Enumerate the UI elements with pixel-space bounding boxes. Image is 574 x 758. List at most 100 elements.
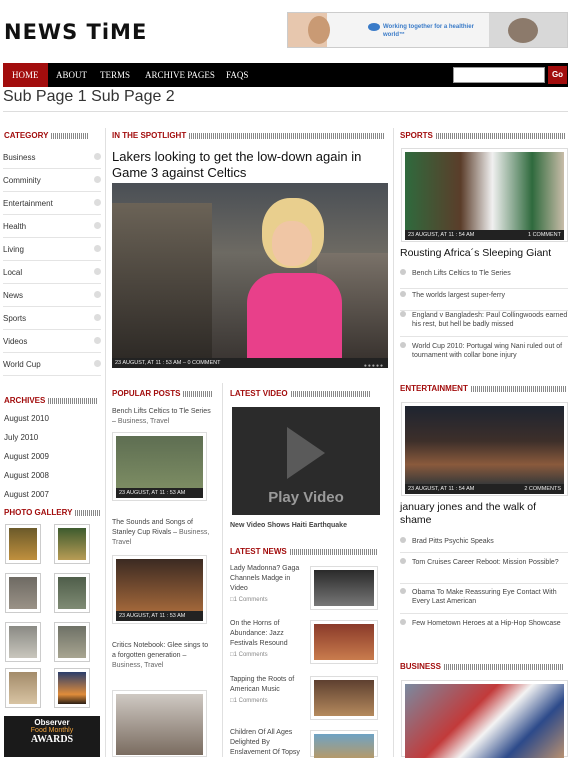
sports-link[interactable]: The worlds largest super-ferry <box>400 291 568 311</box>
entertainment-image[interactable]: 23 AUGUST, AT 11 : 54 AM 2 COMMENTS <box>401 402 568 496</box>
video-player[interactable]: Play Video <box>232 407 380 515</box>
observer-awards-ad[interactable]: Observer Food Monthly AWARDS <box>4 716 100 757</box>
latest-news-image[interactable] <box>310 620 378 664</box>
sports-link[interactable]: World Cup 2010: Portugal wing Nani ruled… <box>400 342 568 366</box>
play-icon[interactable] <box>287 427 325 479</box>
entertainment-link[interactable]: Brad Pitts Psychic Speaks <box>400 537 568 553</box>
bullet-icon <box>94 314 101 321</box>
nav-item-home[interactable]: HOME <box>3 63 48 87</box>
latest-news-image[interactable] <box>310 676 378 720</box>
popular-post-image[interactable]: 23 AUGUST, AT 11 : 53 AM <box>112 555 207 624</box>
bullet-icon <box>94 176 101 183</box>
gallery-thumb[interactable] <box>5 573 41 613</box>
divider <box>393 128 394 757</box>
latest-heading: LATEST NEWS <box>230 547 380 557</box>
video-caption[interactable]: New Video Shows Haiti Earthquake <box>230 522 347 529</box>
category-item[interactable]: World Cup <box>3 353 101 376</box>
category-item[interactable]: News <box>3 284 101 307</box>
category-item[interactable]: Health <box>3 215 101 238</box>
subnav-item-2[interactable]: Sub Page 2 <box>91 88 175 105</box>
spotlight-image[interactable] <box>112 183 388 358</box>
category-item[interactable]: Business <box>3 146 101 169</box>
entertainment-headline[interactable]: january jones and the walk of shame <box>400 501 568 527</box>
image-caption: 23 AUGUST, AT 11 : 54 AM <box>408 486 475 492</box>
gallery-thumb[interactable] <box>5 668 41 708</box>
site-logo[interactable]: NEWS TiME <box>4 20 147 44</box>
popular-post-title[interactable]: The Sounds and Songs of Stanley Cup Riva… <box>112 518 212 548</box>
comment-count: □1 Comments <box>230 652 268 658</box>
bullet-icon <box>400 537 406 543</box>
search-go-button[interactable]: Go <box>548 66 567 84</box>
entertainment-link[interactable]: Tom Cruises Career Reboot: Mission Possi… <box>400 558 568 584</box>
spotlight-heading: IN THE SPOTLIGHT <box>112 131 388 141</box>
search-input[interactable] <box>453 67 545 83</box>
bullet-icon <box>94 153 101 160</box>
bullet-icon <box>400 558 406 564</box>
gallery-heading: PHOTO GALLERY <box>4 508 102 518</box>
category-heading: CATEGORY <box>4 131 102 141</box>
latest-news-title[interactable]: Children Of All Ages Delighted By Enslav… <box>230 728 306 758</box>
image-caption: 23 AUGUST, AT 11 : 53 AM <box>116 488 203 498</box>
image-caption: 23 AUGUST, AT 11 : 54 AM <box>408 232 475 238</box>
sports-image[interactable]: 23 AUGUST, AT 11 : 54 AM 1 COMMENT <box>401 148 568 242</box>
gallery-thumb[interactable] <box>54 573 90 613</box>
sports-heading: SPORTS <box>400 131 568 141</box>
popular-post-title[interactable]: Critics Notebook: Glee sings to a forgot… <box>112 641 212 671</box>
image-caption: 23 AUGUST, AT 11 : 53 AM <box>116 611 203 621</box>
play-video-label[interactable]: Play Video <box>232 489 380 506</box>
gallery-thumb[interactable] <box>54 668 90 708</box>
bullet-icon <box>94 360 101 367</box>
category-item[interactable]: Sports <box>3 307 101 330</box>
bullet-icon <box>400 269 406 275</box>
archive-link[interactable]: July 2010 <box>4 433 38 442</box>
category-item[interactable]: Local <box>3 261 101 284</box>
banner-photo-right <box>508 18 538 43</box>
category-item[interactable]: Videos <box>3 330 101 353</box>
slider-dots-icon[interactable]: ●●●●● <box>364 361 384 371</box>
ad-line: AWARDS <box>30 734 74 745</box>
business-heading: BUSINESS <box>400 662 568 672</box>
entertainment-link[interactable]: Obama To Make Reassuring Eye Contact Wit… <box>400 588 568 614</box>
latest-news-title[interactable]: Tapping the Roots of American Music <box>230 675 306 695</box>
sports-link[interactable]: Bench Lifts Celtics to Tle Series <box>400 269 568 289</box>
nav-item-archive-pages[interactable]: ARCHIVE PAGES <box>145 63 215 87</box>
sports-link[interactable]: England v Bangladesh: Paul Collingwoods … <box>400 311 568 337</box>
sub-nav: Sub Page 1 Sub Page 2 <box>3 88 568 112</box>
nav-item-about[interactable]: ABOUT <box>56 63 87 87</box>
latest-news-title[interactable]: On the Horns of Abundance: Jazz Festival… <box>230 619 306 649</box>
latest-news-title[interactable]: Lady Madonna? Gaga Channels Madge in Vid… <box>230 564 306 594</box>
banner-text: Working together for a healthier world™ <box>383 24 474 38</box>
nav-item-terms[interactable]: TERMS <box>100 63 130 87</box>
banner-photo-left <box>308 16 330 44</box>
divider <box>222 383 223 757</box>
sports-headline[interactable]: Rousting Africa´s Sleeping Giant <box>400 247 568 260</box>
gallery-thumb[interactable] <box>5 524 41 564</box>
gallery-thumb[interactable] <box>5 622 41 662</box>
main-nav: HOME ABOUT TERMS ARCHIVE PAGES FAQS Go <box>3 63 568 87</box>
category-item[interactable]: Entertainment <box>3 192 101 215</box>
popular-post-title[interactable]: Bench Lifts Celtics to Tle Series – Busi… <box>112 407 212 427</box>
archive-link[interactable]: August 2008 <box>4 471 49 480</box>
subnav-item-1[interactable]: Sub Page 1 <box>3 88 87 105</box>
gallery-thumb[interactable] <box>54 622 90 662</box>
ad-banner[interactable]: Working together for a healthier world™ <box>287 12 568 48</box>
entertainment-link[interactable]: Few Hometown Heroes at a Hip-Hop Showcas… <box>400 619 568 643</box>
category-item[interactable]: Comminity <box>3 169 101 192</box>
nav-item-faqs[interactable]: FAQS <box>226 63 248 87</box>
popular-post-image[interactable] <box>112 690 207 757</box>
popular-post-image[interactable]: 23 AUGUST, AT 11 : 53 AM <box>112 432 207 501</box>
latest-news-image[interactable] <box>310 566 378 610</box>
video-heading: LATEST VIDEO <box>230 389 380 399</box>
brand-logo-icon <box>368 23 380 31</box>
popular-heading: POPULAR POSTS <box>112 389 218 399</box>
comment-count: 2 COMMENTS <box>524 486 561 492</box>
bullet-icon <box>400 342 406 348</box>
latest-news-image[interactable] <box>310 730 378 758</box>
category-item[interactable]: Living <box>3 238 101 261</box>
archive-link[interactable]: August 2009 <box>4 452 49 461</box>
business-image[interactable] <box>401 680 568 758</box>
archive-link[interactable]: August 2007 <box>4 490 49 499</box>
archive-link[interactable]: August 2010 <box>4 414 49 423</box>
spotlight-headline[interactable]: Lakers looking to get the low-down again… <box>112 149 390 181</box>
gallery-thumb[interactable] <box>54 524 90 564</box>
